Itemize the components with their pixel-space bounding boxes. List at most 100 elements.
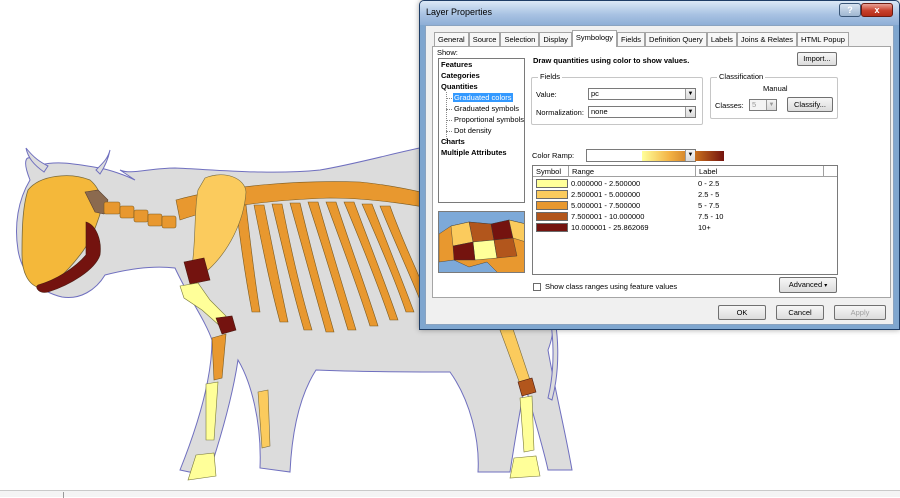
tree-features[interactable]: Features [441,60,472,69]
classification-group: Classification Manual Classes: 5 ▼ Class… [710,72,838,119]
layer-properties-dialog: Layer Properties ? x General Source Sele… [419,0,900,330]
tab-source[interactable]: Source [468,32,501,47]
class-table-header: Symbol Range Label [533,166,837,177]
fields-group-title: Fields [538,72,563,81]
classification-method: Manual [763,84,788,93]
renderer-description: Draw quantities using color to show valu… [533,56,690,65]
class-range[interactable]: 10.000001 - 25.862069 [571,223,649,232]
dropdown-arrow-icon[interactable]: ▼ [685,89,695,99]
tree-tick [446,120,452,121]
ok-button[interactable]: OK [718,305,766,320]
classes-selected: 5 [752,100,757,109]
dialog-client-area: General Source Selection Display Symbolo… [425,25,894,325]
header-range[interactable]: Range [572,167,594,176]
show-ranges-checkbox[interactable] [533,283,541,291]
header-divider [568,166,569,177]
class-label[interactable]: 7.5 - 10 [698,212,723,221]
symbology-panel: Show: Features Categories Quantities Gra… [432,46,891,298]
status-bar [0,490,900,498]
advanced-button[interactable]: Advanced ▾ [779,277,837,293]
tab-definition-query[interactable]: Definition Query [645,32,707,47]
color-ramp-swatch [642,151,724,161]
tree-quantities[interactable]: Quantities [441,82,478,91]
class-row[interactable]: 5.000001 - 7.500000 5 - 7.5 [533,200,839,211]
tab-general[interactable]: General [434,32,469,47]
import-button[interactable]: Import... [797,52,837,66]
class-symbol-swatch[interactable] [536,179,568,188]
color-ramp-row: Color Ramp: ▼ [532,149,724,163]
class-label[interactable]: 10+ [698,223,711,232]
tree-charts[interactable]: Charts [441,137,465,146]
header-symbol[interactable]: Symbol [536,167,561,176]
color-ramp-select[interactable]: ▼ [586,149,724,162]
tab-fields[interactable]: Fields [617,32,646,47]
show-ranges-label[interactable]: Show class ranges using feature values [545,282,677,291]
class-row[interactable]: 7.500001 - 10.000000 7.5 - 10 [533,211,839,222]
classes-select[interactable]: 5 ▼ [749,99,777,111]
header-label[interactable]: Label [699,167,717,176]
dropdown-arrow-icon[interactable]: ▼ [685,107,695,117]
normalization-label: Normalization: [536,108,584,117]
value-label: Value: [536,90,557,99]
tree-connector [446,92,447,143]
tree-graduated-colors[interactable]: Graduated colors [453,93,513,102]
tree-tick [446,109,452,110]
tab-labels[interactable]: Labels [706,32,737,47]
rear-hoof [509,455,541,479]
tab-joins-relates[interactable]: Joins & Relates [736,32,798,47]
help-button[interactable]: ? [839,3,861,17]
tab-strip: General Source Selection Display Symbolo… [434,30,849,47]
normalization-select[interactable]: none ▼ [588,106,696,118]
classify-button[interactable]: Classify... [787,97,833,112]
dropdown-arrow-icon[interactable]: ▼ [685,150,695,161]
class-label[interactable]: 5 - 7.5 [698,201,719,210]
dropdown-arrow-icon[interactable]: ▼ [766,100,776,110]
tree-proportional-symbols[interactable]: Proportional symbols [454,115,524,124]
status-bar-tab[interactable] [4,492,64,498]
class-symbol-swatch[interactable] [536,201,568,210]
close-button[interactable]: x [861,3,893,17]
class-symbol-swatch[interactable] [536,190,568,199]
dialog-titlebar[interactable]: Layer Properties ? x [420,1,899,25]
cancel-button[interactable]: Cancel [776,305,824,320]
class-symbol-swatch[interactable] [536,212,568,221]
dropdown-arrow-icon: ▾ [824,283,828,289]
value-field-select[interactable]: pc ▼ [588,88,696,100]
normalization-selected: none [591,107,608,116]
tree-multiple-attributes[interactable]: Multiple Attributes [441,148,507,157]
class-range[interactable]: 7.500001 - 10.000000 [571,212,644,221]
class-range[interactable]: 0.000000 - 2.500000 [571,179,640,188]
color-ramp-label: Color Ramp: [532,151,575,160]
rear-cannon-bone [519,395,535,453]
tab-symbology[interactable]: Symbology [571,30,618,47]
renderer-tree: Features Categories Quantities Graduated… [438,58,525,203]
class-range[interactable]: 2.500001 - 5.000000 [571,190,640,199]
classes-label: Classes: [715,101,744,110]
class-table: Symbol Range Label 0.000000 - 2.500000 0… [532,165,838,275]
tab-html-popup[interactable]: HTML Popup [797,32,849,47]
class-symbol-swatch[interactable] [536,223,568,232]
dialog-title: Layer Properties [426,7,493,17]
tree-dot-density[interactable]: Dot density [454,126,492,135]
class-range[interactable]: 5.000001 - 7.500000 [571,201,640,210]
value-field-selected: pc [591,89,599,98]
class-row[interactable]: 0.000000 - 2.500000 0 - 2.5 [533,178,839,189]
tab-display[interactable]: Display [539,32,572,47]
tree-categories[interactable]: Categories [441,71,480,80]
tree-tick [446,98,452,99]
class-row[interactable]: 10.000001 - 25.862069 10+ [533,222,839,233]
class-row[interactable]: 2.500001 - 5.000000 2.5 - 5 [533,189,839,200]
class-label[interactable]: 0 - 2.5 [698,179,719,188]
symbology-preview-image [438,211,525,273]
header-divider [695,166,696,177]
classification-group-title: Classification [717,72,766,81]
tree-tick [446,131,452,132]
show-label: Show: [437,48,458,57]
tab-selection[interactable]: Selection [500,32,540,47]
tree-graduated-symbols[interactable]: Graduated symbols [454,104,519,113]
class-label[interactable]: 2.5 - 5 [698,190,719,199]
apply-button[interactable]: Apply [834,305,886,320]
fields-group: Fields Value: pc ▼ Normalization: none ▼ [531,72,703,125]
header-divider [823,166,824,177]
advanced-button-label: Advanced [788,280,823,289]
